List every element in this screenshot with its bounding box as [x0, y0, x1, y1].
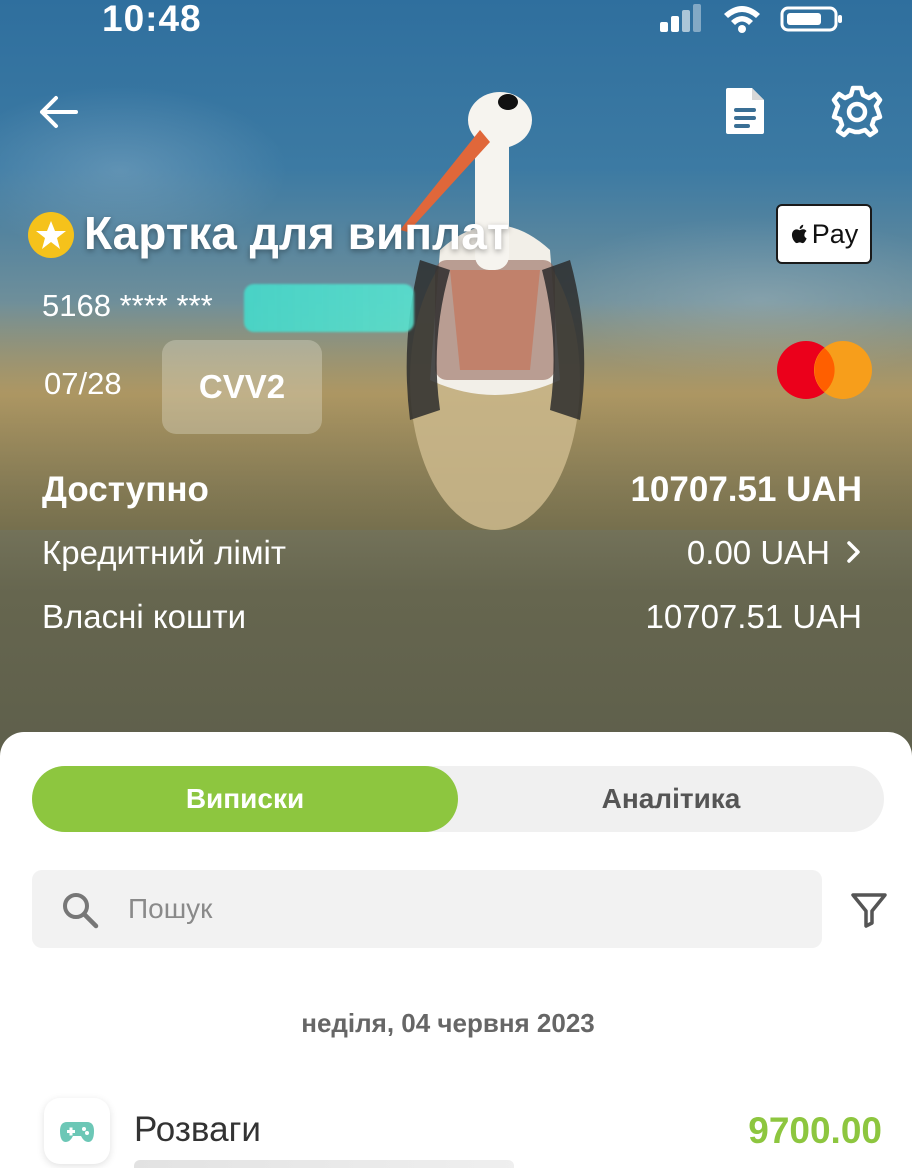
- transaction-details-blurred: [134, 1160, 514, 1168]
- credit-limit-label: Кредитний ліміт: [42, 534, 286, 571]
- card-number: 5168 **** ***: [42, 288, 213, 323]
- filter-icon[interactable]: [848, 888, 890, 930]
- chevron-right-icon: [847, 541, 860, 563]
- own-funds-row: Власні кошти 10707.51 UAH: [42, 598, 862, 636]
- battery-icon: [780, 6, 842, 32]
- tab-switcher: Виписки Аналітика: [32, 766, 884, 832]
- available-value: 10707.51 UAH: [630, 470, 862, 509]
- back-arrow-icon[interactable]: [36, 90, 80, 134]
- apple-pay-button[interactable]: Pay: [776, 204, 872, 264]
- cellular-signal-icon: [660, 4, 701, 32]
- star-icon: [28, 212, 74, 258]
- status-time: 10:48: [102, 0, 202, 39]
- gamepad-icon: [44, 1098, 110, 1164]
- own-funds-value: 10707.51 UAH: [645, 598, 862, 635]
- available-label: Доступно: [42, 470, 209, 509]
- credit-limit-row[interactable]: Кредитний ліміт 0.00 UAH: [42, 534, 862, 572]
- mastercard-icon: [777, 341, 872, 399]
- tab-analytics[interactable]: Аналітика: [458, 766, 884, 832]
- search-box[interactable]: [32, 870, 822, 948]
- wifi-icon: [724, 6, 760, 33]
- transaction-amount: 9700.00: [748, 1110, 882, 1151]
- search-input[interactable]: [128, 884, 788, 934]
- credit-limit-value: 0.00 UAH: [686, 534, 830, 571]
- search-icon: [63, 893, 99, 929]
- apple-icon: [791, 224, 807, 244]
- card-title: Картка для виплат: [84, 207, 510, 259]
- card-number-redaction: [244, 284, 414, 332]
- own-funds-label: Власні кошти: [42, 598, 247, 635]
- apple-pay-label: Pay: [811, 218, 859, 249]
- transaction-name: Розваги: [134, 1110, 261, 1149]
- transaction-row[interactable]: Розваги 9700.00: [0, 1092, 912, 1168]
- cvv-button[interactable]: CVV2: [162, 340, 322, 434]
- credit-limit-value-wrap: 0.00 UAH: [687, 534, 862, 572]
- available-balance-row: Доступно 10707.51 UAH: [42, 470, 862, 510]
- document-icon[interactable]: [720, 84, 770, 138]
- card-expiry: 07/28: [44, 366, 122, 401]
- gear-icon[interactable]: [830, 84, 884, 138]
- tab-statements[interactable]: Виписки: [32, 766, 458, 832]
- date-header: неділя, 04 червня 2023: [301, 1008, 595, 1038]
- status-bar: 10:48: [0, 0, 912, 40]
